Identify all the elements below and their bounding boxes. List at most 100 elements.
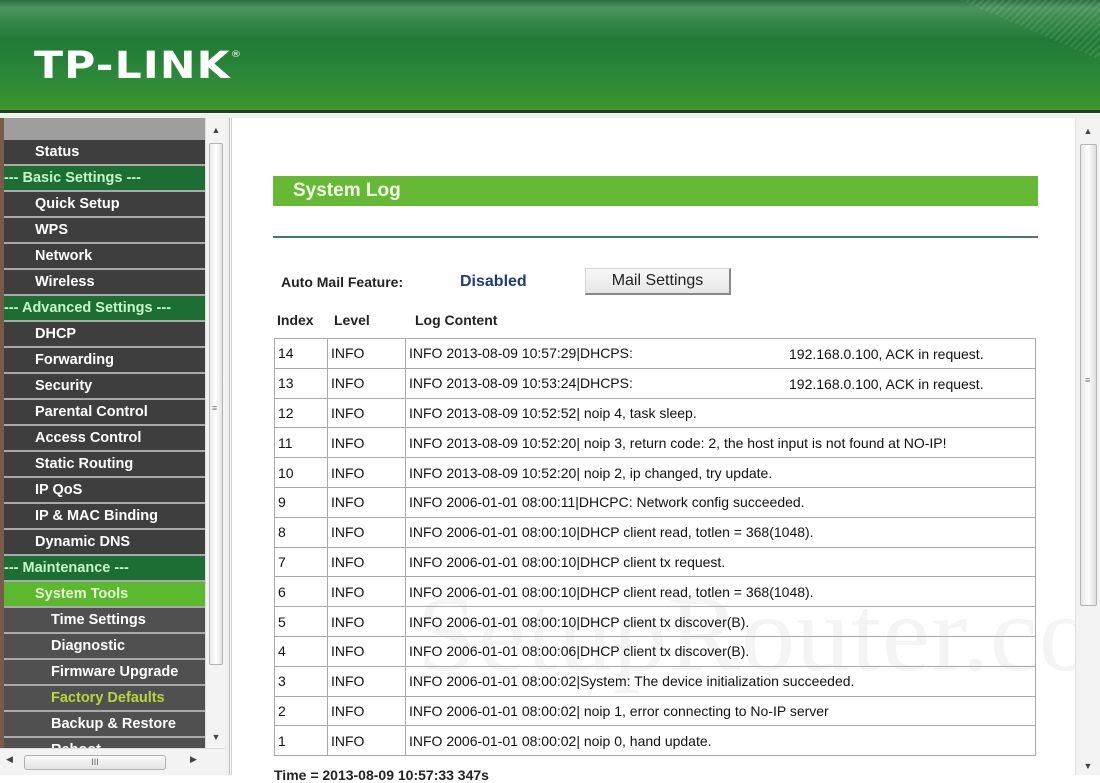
sidebar-item-access-control[interactable]: Access Control <box>4 426 205 452</box>
sidebar-menu: Status --- Basic Settings --- Quick Setup W… <box>0 118 205 748</box>
log-content-detail: 192.168.0.100, ACK in request. <box>789 346 984 362</box>
log-content: INFO 2006-01-01 08:00:02| noip 1, error … <box>409 702 829 719</box>
sidebar-item-wireless[interactable]: Wireless <box>4 270 205 296</box>
log-content: INFO 2006-01-01 08:00:10|DHCP client rea… <box>409 583 814 600</box>
log-index: 8 <box>274 516 328 548</box>
log-content: INFO 2013-08-09 10:52:20| noip 2, ip cha… <box>409 464 773 481</box>
sidebar-item-wps[interactable]: WPS <box>4 218 205 244</box>
log-content-detail: 192.168.0.100, ACK in request. <box>789 375 984 392</box>
auto-mail-label: Auto Mail Feature: <box>281 274 404 290</box>
time-readout: Time = 2013-08-09 10:57:33 347s <box>274 767 489 783</box>
log-row: 1 INFO INFO 2006-01-01 08:00:02| noip 0, h… <box>274 725 1036 757</box>
log-content-cell: INFO 2006-01-01 08:00:10|DHCP client rea… <box>405 576 1036 608</box>
sidebar-item-firmware-upgrade[interactable]: Firmware Upgrade <box>4 660 205 686</box>
log-index: 12 <box>274 397 328 429</box>
log-level: INFO <box>327 606 406 637</box>
auto-mail-status: Disabled <box>460 273 527 290</box>
log-row: 12 INFO INFO 2013-08-09 10:52:52| noip 4, … <box>274 397 1036 429</box>
log-index: 7 <box>274 546 328 578</box>
sidebar-item-diagnostic[interactable]: Diagnostic <box>4 634 205 660</box>
log-level: INFO <box>327 695 406 727</box>
log-content: INFO 2006-01-01 08:00:10|DHCP client tx … <box>409 553 726 570</box>
log-row: 7 INFO INFO 2006-01-01 08:00:10|DHCP clien… <box>274 546 1036 578</box>
sidebar-item-reboot[interactable]: Reboot <box>4 738 205 748</box>
scroll-up-arrow-icon[interactable]: ▲ <box>206 121 226 139</box>
log-row: 5 INFO INFO 2006-01-01 08:00:10|DHCP clien… <box>274 606 1036 637</box>
log-level: INFO <box>327 665 406 697</box>
registered-mark: ® <box>230 50 243 60</box>
scrollbar-thumb[interactable]: ≡ <box>1080 144 1097 606</box>
sidebar-item-network[interactable]: Network <box>4 244 205 270</box>
log-content: INFO 2006-01-01 08:00:10|DHCP client tx … <box>409 613 750 630</box>
sidebar-item-system-tools[interactable]: System Tools <box>4 582 205 608</box>
sidebar-item-security[interactable]: Security <box>4 374 205 400</box>
log-index: 2 <box>274 695 328 727</box>
log-content: INFO 2006-01-01 08:00:10|DHCP client rea… <box>409 524 814 541</box>
sidebar-item-ip-qos[interactable]: IP QoS <box>4 478 205 504</box>
log-index: 3 <box>274 665 328 697</box>
log-content: INFO 2006-01-01 08:00:11|DHCPC: Network … <box>409 494 805 511</box>
log-index: 14 <box>274 338 328 369</box>
log-content-cell: INFO 2006-01-01 08:00:10|DHCP client rea… <box>405 516 1036 548</box>
sidebar: Status --- Basic Settings --- Quick Setup W… <box>0 118 230 775</box>
log-content: INFO 2006-01-01 08:00:06|DHCP client tx … <box>409 643 750 660</box>
log-row: 13 INFO INFO 2013-08-09 10:53:24|DHCPS: 192… <box>274 367 1036 399</box>
log-row: 4 INFO INFO 2006-01-01 08:00:06|DHCP clien… <box>274 635 1036 667</box>
scroll-up-arrow-icon[interactable]: ▲ <box>1076 126 1100 136</box>
sidebar-item-parental-control[interactable]: Parental Control <box>4 400 205 426</box>
sidebar-item-time-settings[interactable]: Time Settings <box>4 608 205 634</box>
sidebar-group-basic-settings: --- Basic Settings --- <box>4 166 205 192</box>
scroll-left-arrow-icon[interactable]: ◀ <box>6 754 13 765</box>
sidebar-group-maintenance: --- Maintenance --- <box>4 556 205 582</box>
sidebar-item-dynamic-dns[interactable]: Dynamic DNS <box>4 530 205 556</box>
mail-settings-button[interactable]: Mail Settings <box>585 268 731 295</box>
log-index: 1 <box>274 725 328 757</box>
log-table: 14 INFO INFO 2013-08-09 10:57:29|DHCPS: 192… <box>274 338 1036 757</box>
log-level: INFO <box>327 367 406 399</box>
main-content: SetupRouter.com System Log Auto Mail Fea… <box>231 118 1100 783</box>
title-divider <box>273 236 1038 238</box>
log-content: INFO 2013-08-09 10:52:20| noip 3, return… <box>409 434 947 451</box>
log-row: 14 INFO INFO 2013-08-09 10:57:29|DHCPS: 192… <box>274 338 1036 369</box>
scroll-down-arrow-icon[interactable]: ▼ <box>206 728 226 746</box>
log-content: INFO 2013-08-09 10:57:29|DHCPS: <box>409 345 633 362</box>
sidebar-horizontal-scrollbar[interactable]: ◀ III ▶ <box>0 748 225 775</box>
log-content-cell: INFO 2006-01-01 08:00:10|DHCP client tx … <box>405 606 1036 637</box>
sidebar-item-static-routing[interactable]: Static Routing <box>4 452 205 478</box>
scrollbar-thumb[interactable]: ≡ <box>209 143 223 665</box>
sidebar-item-dhcp[interactable]: DHCP <box>4 322 205 348</box>
sidebar-item-factory-defaults[interactable]: Factory Defaults <box>4 686 205 712</box>
log-content-cell: INFO 2006-01-01 08:00:06|DHCP client tx … <box>405 635 1036 667</box>
log-row: 11 INFO INFO 2013-08-09 10:52:20| noip 3, … <box>274 427 1036 459</box>
log-index: 11 <box>274 427 328 459</box>
log-row: 2 INFO INFO 2006-01-01 08:00:02| noip 1, e… <box>274 695 1036 727</box>
sidebar-item-quick-setup[interactable]: Quick Setup <box>4 192 205 218</box>
scroll-right-arrow-icon[interactable]: ▶ <box>190 754 197 765</box>
sidebar-item-forwarding[interactable]: Forwarding <box>4 348 205 374</box>
log-level: INFO <box>327 338 406 369</box>
log-level: INFO <box>327 576 406 608</box>
log-content-cell: INFO 2006-01-01 08:00:02| noip 0, hand u… <box>405 725 1036 757</box>
sidebar-vertical-scrollbar[interactable]: ▲ ≡ ▼ <box>205 118 225 748</box>
page-title: System Log <box>273 176 1038 206</box>
log-level: INFO <box>327 546 406 578</box>
sidebar-group-advanced-settings: --- Advanced Settings --- <box>4 296 205 322</box>
sidebar-item-ip-mac-binding[interactable]: IP & MAC Binding <box>4 504 205 530</box>
sidebar-item-backup-restore[interactable]: Backup & Restore <box>4 712 205 738</box>
scrollbar-thumb[interactable]: III <box>24 755 166 770</box>
log-level: INFO <box>327 457 406 488</box>
log-content-cell: INFO 2006-01-01 08:00:10|DHCP client tx … <box>405 546 1036 578</box>
log-level: INFO <box>327 427 406 459</box>
log-row: 10 INFO INFO 2013-08-09 10:52:20| noip 2, … <box>274 457 1036 488</box>
log-content: INFO 2006-01-01 08:00:02| noip 0, hand u… <box>409 732 712 749</box>
log-content: INFO 2006-01-01 08:00:02|System: The dev… <box>409 673 855 690</box>
grip-icon: ≡ <box>1085 375 1091 385</box>
sidebar-item-status[interactable]: Status <box>4 140 205 166</box>
log-content-cell: INFO 2013-08-09 10:52:20| noip 2, ip cha… <box>405 457 1036 488</box>
scroll-down-arrow-icon[interactable]: ▼ <box>1076 761 1100 771</box>
header-banner: TP-LINK® <box>0 0 1100 113</box>
log-content-cell: INFO 2013-08-09 10:53:24|DHCPS: 192.168.0… <box>405 367 1036 399</box>
log-row: 6 INFO INFO 2006-01-01 08:00:10|DHCP clien… <box>274 576 1036 608</box>
column-header-level: Level <box>334 312 370 328</box>
main-vertical-scrollbar[interactable]: ▲ ≡ ▼ <box>1075 118 1100 775</box>
